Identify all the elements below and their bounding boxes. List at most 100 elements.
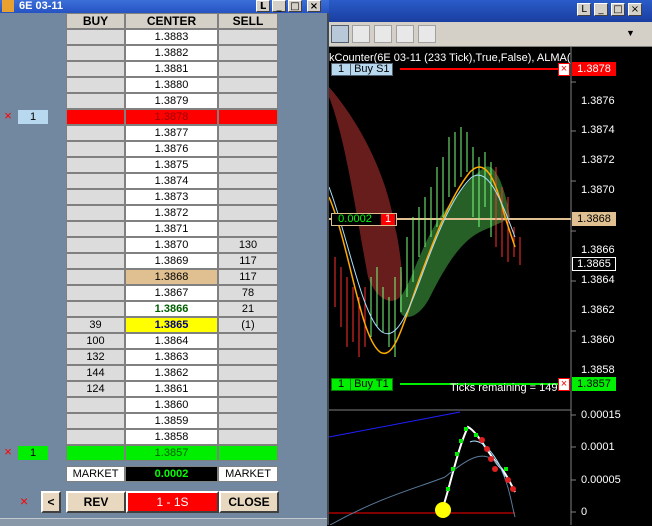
- close-window-button[interactable]: ×: [307, 0, 321, 12]
- sell-cell[interactable]: 78: [218, 285, 278, 301]
- sell-cell[interactable]: [218, 381, 278, 397]
- maximize-button[interactable]: □: [611, 3, 625, 16]
- help-button[interactable]: L: [577, 3, 591, 16]
- cancel-order-icon[interactable]: ×: [2, 109, 14, 125]
- buy-cell[interactable]: [66, 285, 125, 301]
- price-cell[interactable]: 1.3865: [125, 317, 218, 333]
- price-cell[interactable]: 1.3879: [125, 93, 218, 109]
- help-button[interactable]: L: [256, 0, 270, 12]
- sell-market-cell[interactable]: MARKET: [218, 466, 278, 482]
- sell-cell[interactable]: 130: [218, 237, 278, 253]
- price-cell[interactable]: 1.3878: [125, 109, 218, 125]
- price-cell[interactable]: 1.3871: [125, 221, 218, 237]
- price-cell[interactable]: 1.3862: [125, 365, 218, 381]
- price-cell[interactable]: 1.3875: [125, 157, 218, 173]
- price-cell[interactable]: 1.3869: [125, 253, 218, 269]
- buy-cell[interactable]: [66, 93, 125, 109]
- candlestick-icon[interactable]: [352, 25, 370, 43]
- price-cell[interactable]: 1.3870: [125, 237, 218, 253]
- working-order-qty[interactable]: 1: [18, 446, 48, 460]
- buy-cell[interactable]: [66, 45, 125, 61]
- buy-cell[interactable]: [66, 397, 125, 413]
- price-cell[interactable]: 1.3880: [125, 77, 218, 93]
- buy-cell[interactable]: [66, 189, 125, 205]
- properties-icon[interactable]: [418, 25, 436, 43]
- minimize-button[interactable]: _: [594, 3, 608, 16]
- buy-cell[interactable]: [66, 221, 125, 237]
- buy-cell[interactable]: 124: [66, 381, 125, 397]
- price-cell[interactable]: 1.3861: [125, 381, 218, 397]
- sell-cell[interactable]: [218, 189, 278, 205]
- sell-cell[interactable]: (1): [218, 317, 278, 333]
- sell-cell[interactable]: [218, 333, 278, 349]
- sell-cell[interactable]: [218, 445, 278, 461]
- sell-cell[interactable]: [218, 349, 278, 365]
- chevron-down-icon[interactable]: ▼: [626, 28, 635, 38]
- strategy-icon[interactable]: [396, 25, 414, 43]
- buy-cell[interactable]: [66, 77, 125, 93]
- cancel-all-icon[interactable]: ×: [20, 493, 28, 509]
- buy-cell[interactable]: [66, 237, 125, 253]
- price-cell[interactable]: 1.3881: [125, 61, 218, 77]
- sell-cell[interactable]: 117: [218, 269, 278, 285]
- sell-cell[interactable]: [218, 29, 278, 45]
- price-cell[interactable]: 1.3867: [125, 285, 218, 301]
- sell-cell[interactable]: [218, 429, 278, 445]
- order-marker-stop[interactable]: 1 Buy S1: [331, 63, 393, 76]
- price-cell[interactable]: 1.3873: [125, 189, 218, 205]
- buy-cell[interactable]: 144: [66, 365, 125, 381]
- sell-cell[interactable]: [218, 125, 278, 141]
- buy-cell[interactable]: [66, 429, 125, 445]
- price-cell[interactable]: 1.3872: [125, 205, 218, 221]
- sell-cell[interactable]: [218, 61, 278, 77]
- sell-cell[interactable]: [218, 109, 278, 125]
- buy-cell[interactable]: [66, 157, 125, 173]
- price-cell[interactable]: 1.3866: [125, 301, 218, 317]
- maximize-button[interactable]: □: [288, 0, 302, 12]
- position-marker[interactable]: 0.0002 1: [331, 213, 397, 226]
- buy-cell[interactable]: [66, 61, 125, 77]
- price-cell[interactable]: 1.3874: [125, 173, 218, 189]
- sell-cell[interactable]: [218, 157, 278, 173]
- price-cell[interactable]: 1.3858: [125, 429, 218, 445]
- price-cell[interactable]: 1.3868: [125, 269, 218, 285]
- sell-cell[interactable]: [218, 141, 278, 157]
- working-order-qty[interactable]: 1: [18, 110, 48, 124]
- buy-cell[interactable]: [66, 125, 125, 141]
- buy-cell[interactable]: [66, 173, 125, 189]
- price-cell[interactable]: 1.3883: [125, 29, 218, 45]
- sell-cell[interactable]: [218, 221, 278, 237]
- cancel-order-icon[interactable]: ×: [2, 445, 14, 461]
- price-cell[interactable]: 1.3860: [125, 397, 218, 413]
- price-cell[interactable]: 1.3882: [125, 45, 218, 61]
- sell-cell[interactable]: [218, 77, 278, 93]
- sell-cell[interactable]: [218, 173, 278, 189]
- buy-cell[interactable]: 100: [66, 333, 125, 349]
- buy-cell[interactable]: [66, 141, 125, 157]
- buy-cell[interactable]: 39: [66, 317, 125, 333]
- sell-cell[interactable]: 21: [218, 301, 278, 317]
- sell-cell[interactable]: [218, 93, 278, 109]
- buy-cell[interactable]: [66, 445, 125, 461]
- price-cell[interactable]: 1.3876: [125, 141, 218, 157]
- cancel-order-icon[interactable]: ×: [558, 63, 570, 76]
- price-cell[interactable]: 1.3877: [125, 125, 218, 141]
- center-header[interactable]: CENTER: [125, 13, 218, 29]
- buy-cell[interactable]: [66, 29, 125, 45]
- price-cell[interactable]: 1.3863: [125, 349, 218, 365]
- price-cell[interactable]: 1.3864: [125, 333, 218, 349]
- sell-cell[interactable]: 117: [218, 253, 278, 269]
- reverse-button[interactable]: REV: [66, 491, 126, 513]
- price-cell[interactable]: 1.3859: [125, 413, 218, 429]
- sell-cell[interactable]: [218, 205, 278, 221]
- collapse-button[interactable]: <: [41, 491, 61, 513]
- sell-cell[interactable]: [218, 45, 278, 61]
- order-marker-target[interactable]: 1 Buy T1: [331, 378, 393, 391]
- sell-cell[interactable]: [218, 397, 278, 413]
- chart-style-icon[interactable]: [331, 25, 349, 43]
- minimize-button[interactable]: _: [272, 0, 286, 12]
- buy-market-cell[interactable]: MARKET: [66, 466, 125, 482]
- buy-cell[interactable]: [66, 205, 125, 221]
- indicator-icon[interactable]: [374, 25, 392, 43]
- price-cell[interactable]: 1.3857: [125, 445, 218, 461]
